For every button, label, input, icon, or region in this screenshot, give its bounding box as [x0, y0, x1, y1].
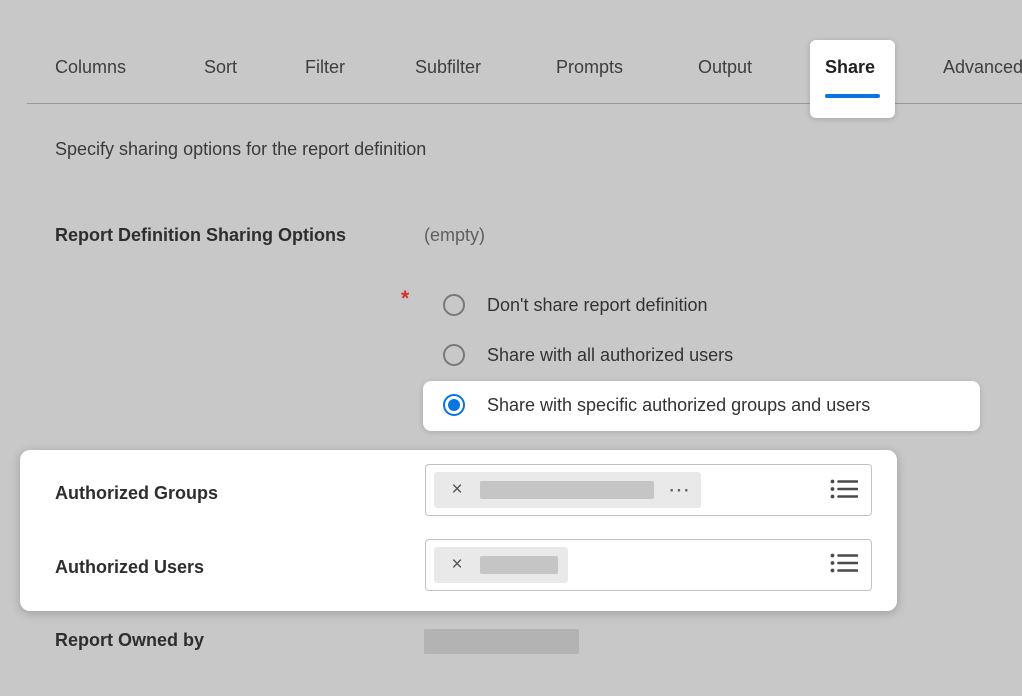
active-tab-indicator [825, 94, 880, 98]
radio-option-share-specific[interactable]: Share with specific authorized groups an… [443, 392, 870, 418]
remove-chip-icon[interactable]: × [434, 472, 480, 508]
tab-filter[interactable]: Filter [305, 57, 345, 78]
authorized-users-input[interactable]: × [425, 539, 872, 591]
selected-item-chip: × ⋯ [434, 472, 701, 508]
radio-option-dont-share[interactable]: Don't share report definition [443, 292, 708, 318]
tab-sort[interactable]: Sort [204, 57, 237, 78]
remove-chip-icon[interactable]: × [434, 547, 480, 583]
tab-advanced[interactable]: Advanced [943, 57, 1022, 78]
radio-option-label[interactable]: Share with all authorized users [487, 345, 733, 366]
sharing-options-value: (empty) [424, 225, 485, 246]
authorized-groups-label: Authorized Groups [55, 483, 218, 504]
list-menu-icon[interactable] [830, 478, 858, 500]
radio-option-share-all[interactable]: Share with all authorized users [443, 342, 733, 368]
radio-option-label[interactable]: Share with specific authorized groups an… [487, 395, 870, 416]
tab-columns[interactable]: Columns [55, 57, 126, 78]
redacted-value [480, 481, 654, 499]
sharing-options-label: Report Definition Sharing Options [55, 225, 346, 246]
radio-filled-icon[interactable] [443, 394, 465, 416]
redacted-value [424, 629, 579, 654]
tab-prompts[interactable]: Prompts [556, 57, 623, 78]
list-menu-icon[interactable] [830, 552, 858, 574]
active-tab-background [810, 40, 895, 118]
tab-output[interactable]: Output [698, 57, 752, 78]
radio-empty-icon[interactable] [443, 294, 465, 316]
authorized-users-label: Authorized Users [55, 557, 204, 578]
page-description: Specify sharing options for the report d… [55, 139, 426, 160]
redacted-value [480, 556, 558, 574]
radio-option-label[interactable]: Don't share report definition [487, 295, 708, 316]
tab-share[interactable]: Share [825, 57, 875, 78]
report-owned-by-label: Report Owned by [55, 630, 204, 651]
radio-empty-icon[interactable] [443, 344, 465, 366]
required-indicator: * [401, 287, 409, 311]
authorized-groups-input[interactable]: × ⋯ [425, 464, 872, 516]
selected-item-chip: × [434, 547, 568, 583]
tab-subfilter[interactable]: Subfilter [415, 57, 481, 78]
more-options-icon[interactable]: ⋯ [668, 472, 690, 508]
